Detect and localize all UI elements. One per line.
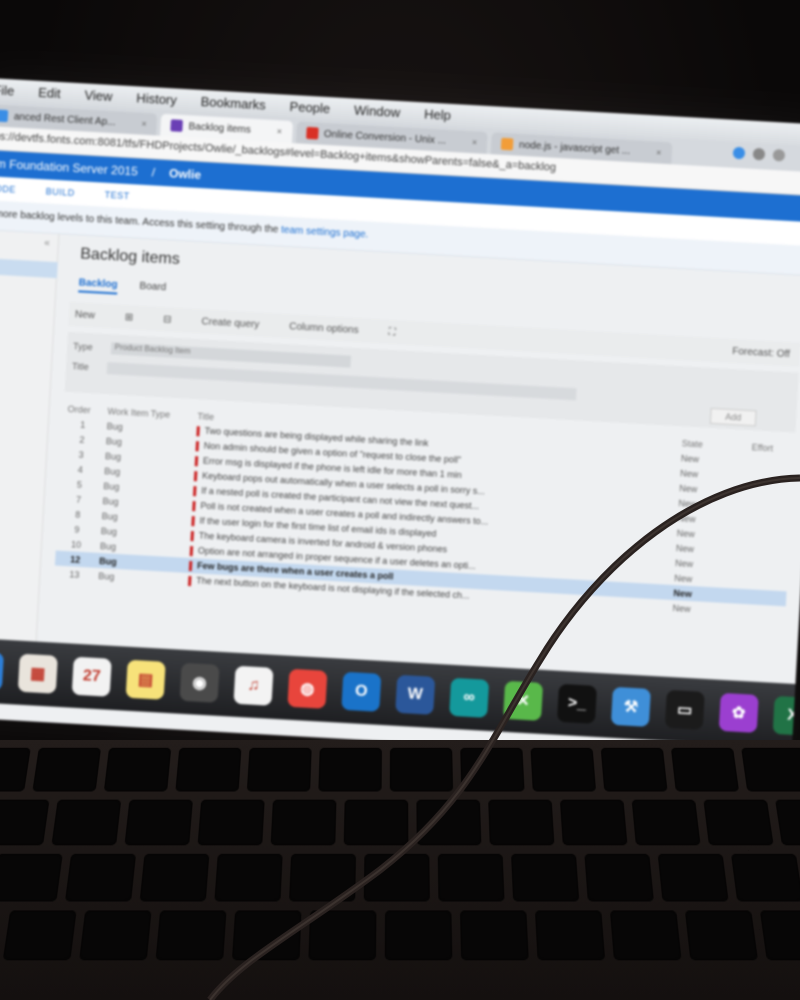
forecast-toggle[interactable]: Forecast: Off (732, 345, 790, 359)
extension-icon[interactable] (732, 146, 746, 160)
browser-tab-label: anced Rest Client Ap... (13, 111, 116, 128)
bug-color-bar (196, 426, 200, 437)
product-name[interactable]: am Foundation Server 2015 (0, 156, 138, 178)
flower-app-icon[interactable]: ✿ (718, 692, 759, 733)
menu-item-people[interactable]: People (289, 98, 330, 115)
favicon-icon (0, 109, 9, 123)
extension-icon[interactable] (772, 148, 786, 162)
photo-scene: File Edit View History Bookmarks People Window… (0, 0, 800, 1000)
outlook-icon[interactable]: O (341, 671, 382, 712)
photo-booth-icon[interactable]: ◉ (179, 662, 220, 703)
toolbar-item-4[interactable]: Column options (289, 321, 359, 336)
launchpad-icon[interactable]: ▦ (17, 653, 58, 694)
xcode-tools-icon[interactable]: ⚒ (610, 686, 651, 727)
browser-extension-icons (732, 146, 786, 162)
bug-color-bar (195, 440, 200, 452)
chrome-icon[interactable]: ◍ (287, 668, 328, 709)
pivot-board[interactable]: Board (139, 281, 166, 297)
breadcrumb-separator: / (151, 165, 156, 180)
itunes-icon[interactable]: ♫ (233, 665, 274, 706)
notes-icon[interactable]: ▤ (125, 659, 166, 700)
favicon-icon (500, 137, 514, 151)
calendar-icon[interactable]: 27 (71, 656, 112, 697)
menu-item-window[interactable]: Window (354, 102, 401, 120)
pivot-backlog[interactable]: Backlog (78, 277, 118, 295)
toolbar-item-3[interactable]: Create query (201, 316, 259, 330)
bug-color-bar (190, 530, 195, 542)
xcode-icon[interactable]: ✕ (503, 680, 544, 721)
bug-color-bar (189, 545, 194, 556)
toolbar-item-1[interactable]: ⊞ (125, 312, 134, 323)
console-icon[interactable]: ▭ (664, 689, 705, 730)
bug-color-bar (191, 515, 195, 527)
laptop-keyboard (0, 740, 800, 1000)
row-state: New (672, 602, 691, 614)
team-settings-link[interactable]: team settings page. (281, 225, 369, 241)
bug-color-bar (192, 500, 196, 512)
browser-tab-label: Online Conversion - Unix ... (323, 128, 447, 147)
row-effort (738, 604, 786, 622)
menu-item-file[interactable]: File (0, 82, 15, 98)
backlog-table: Order Work Item Type Title State Effort 1 Bug… (54, 402, 795, 622)
backlog-main: Backlog items Backlog Board New ⊞ ⊟ Create q… (36, 234, 800, 696)
close-icon[interactable]: × (276, 126, 282, 136)
word-icon[interactable]: W (395, 674, 436, 715)
menu-item-view[interactable]: View (84, 87, 113, 104)
close-icon[interactable]: × (141, 119, 147, 129)
hub-test[interactable]: TEST (104, 190, 130, 201)
hub-build[interactable]: BUILD (45, 186, 75, 198)
favicon-icon (170, 119, 183, 132)
bug-color-bar (194, 455, 199, 467)
selected-backlog-level[interactable] (0, 257, 58, 279)
menu-item-edit[interactable]: Edit (38, 84, 61, 100)
menu-item-history[interactable]: History (136, 90, 177, 107)
favicon-icon (305, 126, 319, 140)
add-button[interactable]: Add (709, 407, 757, 427)
menu-item-bookmarks[interactable]: Bookmarks (200, 93, 266, 112)
menu-item-help[interactable]: Help (424, 106, 452, 122)
extension-icon[interactable] (752, 147, 766, 161)
hub-code[interactable]: CODE (0, 183, 16, 195)
bug-color-bar (187, 575, 192, 586)
browser-tab-label: node.js - javascript get ... (518, 139, 631, 157)
project-name[interactable]: Owlie (169, 166, 202, 182)
bug-color-bar (192, 485, 197, 497)
type-label: Type (72, 341, 93, 353)
row-order: 13 (69, 568, 80, 580)
bug-color-bar (193, 470, 198, 482)
toolbar-item-5[interactable]: ⛶ (388, 326, 396, 337)
collapse-icon[interactable]: « (44, 237, 50, 248)
arduino-icon[interactable]: ∞ (449, 677, 490, 718)
excel-icon[interactable]: X (772, 695, 800, 736)
browser-tab-label: Backlog items (188, 120, 252, 136)
laptop-screen: File Edit View History Bookmarks People Window… (0, 78, 800, 764)
title-label: Title (71, 361, 89, 373)
close-icon[interactable]: × (472, 137, 478, 147)
safari-icon[interactable]: ◎ (0, 650, 4, 691)
terminal-icon[interactable]: >_ (556, 683, 598, 724)
toolbar-item-0[interactable]: New (75, 309, 96, 321)
toolbar-item-2[interactable]: ⊟ (163, 314, 172, 325)
close-icon[interactable]: × (656, 147, 662, 157)
bug-color-bar (188, 560, 193, 571)
